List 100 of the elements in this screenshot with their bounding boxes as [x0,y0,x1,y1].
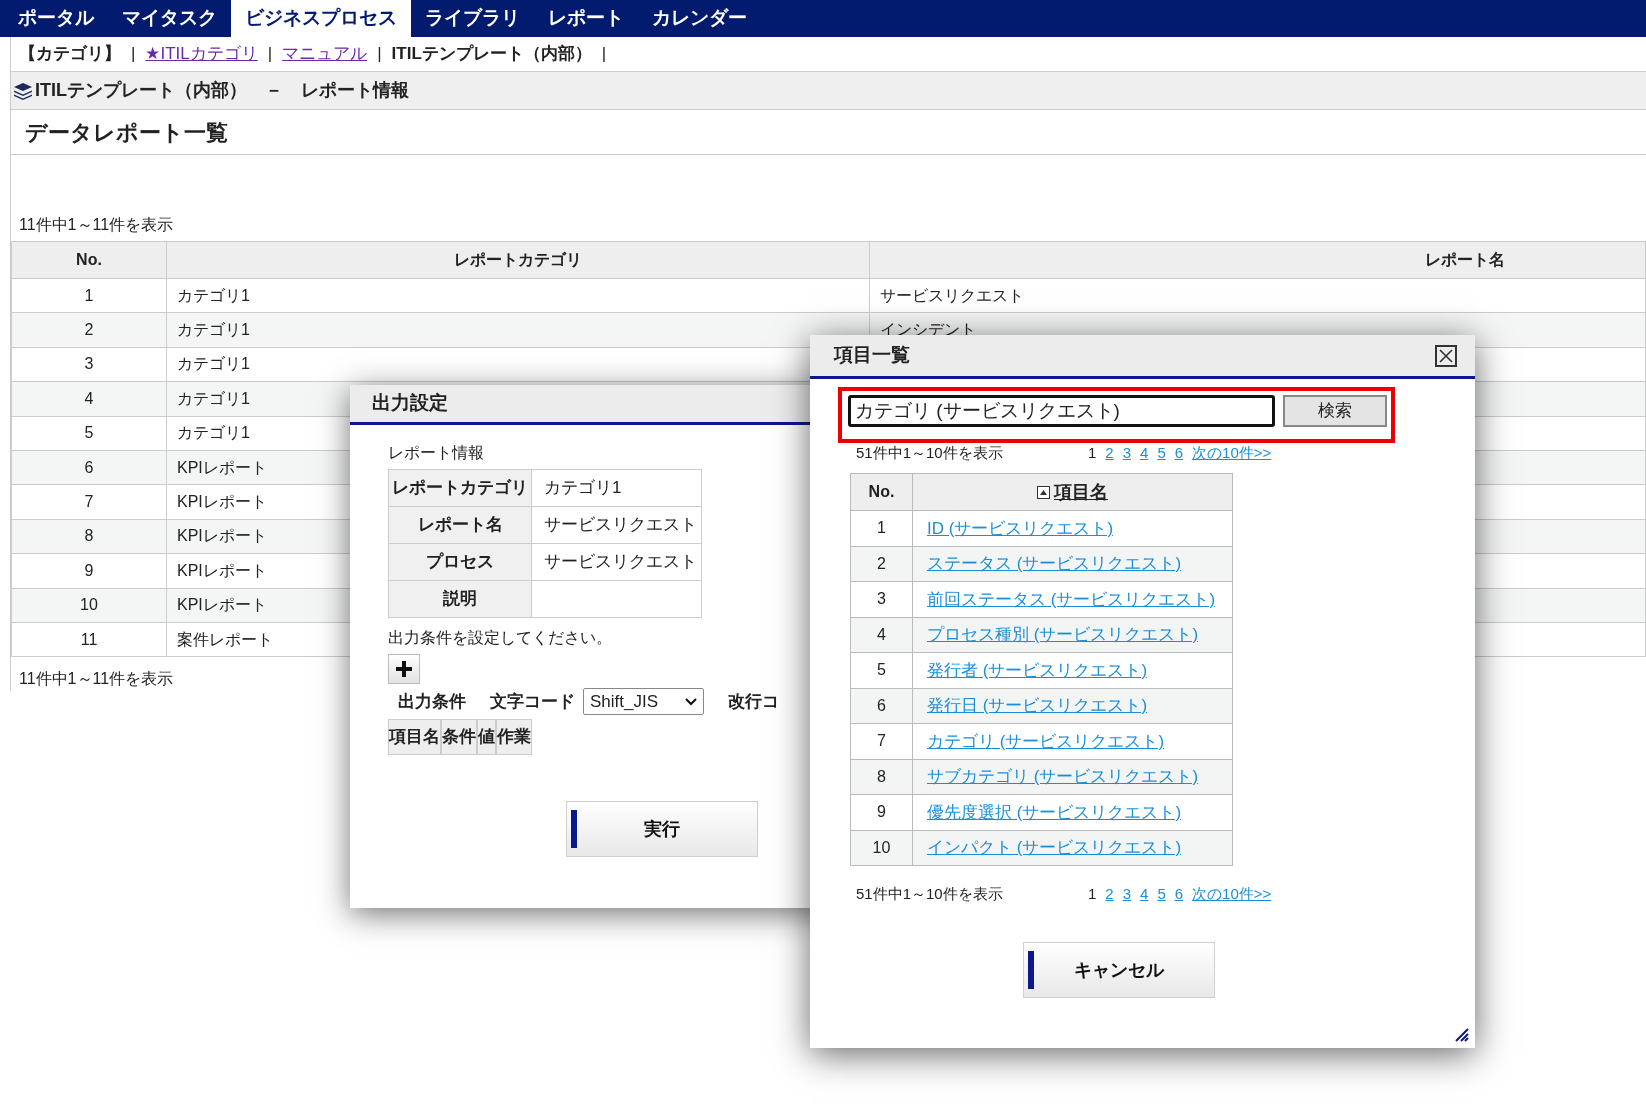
info-label: 説明 [443,589,477,609]
encoding-label: 文字コード [490,690,575,713]
table-cell: 2 [877,554,886,572]
table-cell: 7 [877,732,886,750]
search-button[interactable]: 検索 [1283,395,1387,427]
table-cell: 5 [84,424,94,442]
section-header: ITILテンプレート（内部） － レポート情報 [35,79,409,102]
instruction-text: 出力条件を設定してください。 [388,628,613,648]
table-cell: 9 [84,561,94,579]
table-cell: 1 [877,519,886,537]
info-value: カテゴリ1 [544,478,622,498]
page-link[interactable]: 6 [1174,882,1184,906]
breadcrumb-label: 【カテゴリ】 [19,43,121,66]
current-page: 1 [1088,442,1097,463]
info-label: レポート名 [417,515,503,535]
table-cell: サービスリクエスト [880,286,1024,304]
dialog-title: 出力設定 [372,391,448,416]
table-cell: 4 [84,389,94,407]
encoding-select[interactable]: Shift_JIS [583,688,704,715]
table-cell: 10 [80,596,98,614]
table-cell: 6 [84,458,94,476]
table-cell: 9 [877,803,886,821]
nav-tab[interactable]: ライブラリ [411,0,534,37]
run-button[interactable]: 実行 [566,801,758,857]
page-link[interactable]: 5 [1157,441,1166,465]
table-cell: 6 [877,696,886,714]
sort-header[interactable]: 項目名 [1037,478,1108,506]
newline-label: 改行コ [728,690,779,713]
column-header: 条件 [441,719,477,755]
resize-grip-icon [1455,1028,1469,1042]
sort-icon [1037,485,1050,499]
dialog-title: 項目一覧 [834,343,910,368]
column-header: 値 [477,719,496,755]
chevron-down-icon [685,697,697,706]
nav-tab[interactable]: レポート [534,0,638,37]
table-cell: 1 [84,286,94,304]
page-link[interactable]: 2 [1105,882,1114,906]
page-link[interactable]: 4 [1140,441,1149,465]
info-label: プロセス [426,552,494,572]
column-header: レポート名 [869,241,1646,279]
table-cell: 11 [80,630,98,648]
plus-icon [396,661,412,677]
nav-tab[interactable]: カレンダー [638,0,761,37]
table-cell: KPIレポート [177,458,267,476]
cancel-button[interactable]: キャンセル [1023,942,1215,998]
breadcrumb-separator: | [131,43,136,66]
table-cell: 7 [84,493,94,511]
table-cell: 案件レポート [177,630,273,648]
page-link[interactable]: 4 [1140,882,1149,906]
search-field[interactable]: カテゴリ (サービスリクエスト) [848,395,1275,427]
table-cell: 10 [872,838,891,856]
table-cell: カテゴリ1 [177,286,250,304]
add-button[interactable] [388,654,420,684]
nav-tab[interactable]: マイタスク [108,0,231,37]
table-cell: カテゴリ1 [177,355,250,373]
table-cell: 2 [84,321,94,339]
breadcrumb-separator: | [267,43,273,66]
table-cell: 8 [84,527,94,545]
column-header: No. [11,241,167,279]
breadcrumb-separator: | [601,43,607,66]
page-link[interactable]: 3 [1122,441,1132,465]
page-link[interactable]: 3 [1122,882,1132,906]
column-header: 項目名 [388,719,441,755]
table-cell: 3 [877,590,886,608]
result-count: 11件中1～11件を表示 [19,215,174,235]
table-cell: 4 [877,625,886,643]
table-cell: 3 [84,355,94,373]
nav-tab[interactable]: ビジネスプロセス [231,0,411,37]
next-page-link[interactable]: 次の10件>> [1192,882,1272,906]
breadcrumb-link[interactable]: ★ITILカテゴリ [145,41,258,67]
table-cell: カテゴリ1 [177,389,250,407]
result-count: 51件中1～10件を表示 [856,883,1004,904]
page-title: データレポート一覧 [25,118,228,147]
table-cell: 5 [877,661,886,679]
close-button[interactable] [1435,344,1457,367]
breadcrumb-separator: | [377,43,382,66]
page-link[interactable]: 5 [1157,882,1166,906]
column-header: 作業 [496,719,532,755]
nav-tab[interactable]: ポータル [4,0,108,37]
table-cell: KPIレポート [177,596,267,614]
section-label: レポート情報 [388,443,485,463]
column-header: レポートカテゴリ [166,241,870,279]
breadcrumb-label: ITILテンプレート（内部） [391,43,592,66]
table-cell: KPIレポート [177,561,267,579]
current-page: 1 [1088,883,1097,904]
result-count: 51件中1～10件を表示 [856,442,1004,463]
table-cell: カテゴリ1 [177,321,250,339]
column-header: No. [868,483,895,500]
table-cell: KPIレポート [177,527,267,545]
info-value: サービスリクエスト [544,515,697,535]
table-cell: カテゴリ1 [177,424,250,442]
page-link[interactable]: 2 [1105,441,1114,465]
table-cell: 8 [877,767,886,785]
page-link[interactable]: 6 [1174,441,1184,465]
info-value: サービスリクエスト [544,552,697,572]
breadcrumb-link[interactable]: マニュアル [282,41,368,67]
next-page-link[interactable]: 次の10件>> [1192,441,1272,465]
table-cell: KPIレポート [177,493,267,511]
layers-icon [13,81,33,100]
conditions-label: 出力条件 [398,690,466,713]
